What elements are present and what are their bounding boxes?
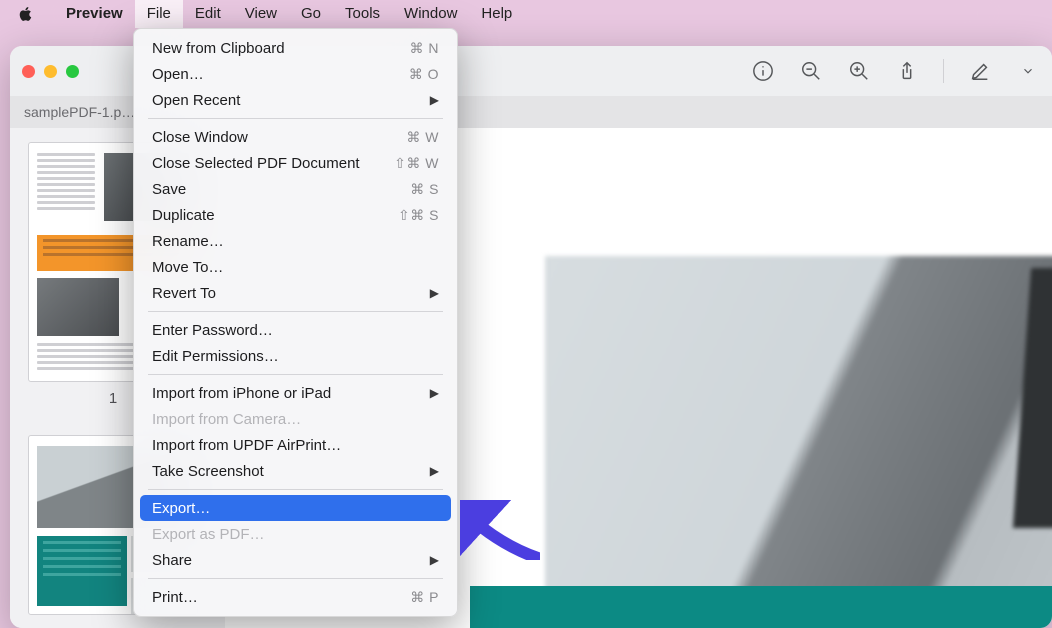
tab-label: samplePDF-1.p… bbox=[24, 104, 135, 120]
macos-menubar: Preview File Edit View Go Tools Window H… bbox=[0, 0, 1052, 28]
toolbar-separator bbox=[943, 59, 944, 83]
menu-separator bbox=[148, 374, 443, 375]
menu-separator bbox=[148, 578, 443, 579]
markup-pencil-icon[interactable] bbox=[968, 59, 992, 83]
menu-item-export-as-pdf: Export as PDF… bbox=[140, 521, 451, 547]
menu-item-shortcut: ⌘ W bbox=[406, 129, 439, 146]
menu-item-import-from-updf-airprint[interactable]: Import from UPDF AirPrint… bbox=[140, 432, 451, 458]
menu-item-label: Rename… bbox=[152, 233, 439, 250]
menu-item-label: Import from UPDF AirPrint… bbox=[152, 437, 439, 454]
info-icon[interactable] bbox=[751, 59, 775, 83]
menu-separator bbox=[148, 489, 443, 490]
menubar-help[interactable]: Help bbox=[469, 0, 524, 28]
menu-item-save[interactable]: Save⌘ S bbox=[140, 176, 451, 202]
window-toolbar-right bbox=[751, 46, 1040, 96]
menubar-file[interactable]: File bbox=[135, 0, 183, 28]
menu-item-label: Import from iPhone or iPad bbox=[152, 385, 430, 402]
submenu-chevron-right-icon: ▶ bbox=[430, 553, 439, 567]
menu-item-label: Print… bbox=[152, 589, 410, 606]
menu-item-edit-permissions[interactable]: Edit Permissions… bbox=[140, 343, 451, 369]
menu-item-close-window[interactable]: Close Window⌘ W bbox=[140, 124, 451, 150]
menu-item-label: Share bbox=[152, 552, 430, 569]
window-close-button[interactable] bbox=[22, 65, 35, 78]
menu-item-label: Open Recent bbox=[152, 92, 430, 109]
menu-item-open[interactable]: Open…⌘ O bbox=[140, 61, 451, 87]
menu-item-label: Export as PDF… bbox=[152, 526, 439, 543]
content-hero-image bbox=[545, 256, 1052, 628]
apple-menu-icon[interactable] bbox=[18, 6, 36, 22]
window-maximize-button[interactable] bbox=[66, 65, 79, 78]
menu-item-move-to[interactable]: Move To… bbox=[140, 254, 451, 280]
toolbar-chevron-down-icon[interactable] bbox=[1016, 59, 1040, 83]
menu-separator bbox=[148, 311, 443, 312]
menu-item-enter-password[interactable]: Enter Password… bbox=[140, 317, 451, 343]
menu-item-revert-to[interactable]: Revert To▶ bbox=[140, 280, 451, 306]
menu-item-label: New from Clipboard bbox=[152, 40, 410, 57]
menu-item-label: Close Selected PDF Document bbox=[152, 155, 394, 172]
menu-item-label: Duplicate bbox=[152, 207, 398, 224]
menu-item-shortcut: ⌘ O bbox=[409, 66, 439, 83]
window-traffic-lights bbox=[22, 65, 79, 78]
menu-item-shortcut: ⇧⌘ S bbox=[398, 207, 439, 224]
menu-item-label: Enter Password… bbox=[152, 322, 439, 339]
menubar-tools[interactable]: Tools bbox=[333, 0, 392, 28]
menu-item-label: Open… bbox=[152, 66, 409, 83]
menu-item-print[interactable]: Print…⌘ P bbox=[140, 584, 451, 610]
file-menu-dropdown: New from Clipboard⌘ NOpen…⌘ OOpen Recent… bbox=[133, 28, 458, 617]
zoom-in-icon[interactable] bbox=[847, 59, 871, 83]
menu-separator bbox=[148, 118, 443, 119]
menu-item-label: Close Window bbox=[152, 129, 406, 146]
menu-item-label: Revert To bbox=[152, 285, 430, 302]
menu-item-close-selected-pdf-document[interactable]: Close Selected PDF Document⇧⌘ W bbox=[140, 150, 451, 176]
menubar-view[interactable]: View bbox=[233, 0, 289, 28]
submenu-chevron-right-icon: ▶ bbox=[430, 93, 439, 107]
submenu-chevron-right-icon: ▶ bbox=[430, 464, 439, 478]
menu-item-export[interactable]: Export… bbox=[140, 495, 451, 521]
menu-item-label: Take Screenshot bbox=[152, 463, 430, 480]
menu-item-import-from-camera: Import from Camera… bbox=[140, 406, 451, 432]
submenu-chevron-right-icon: ▶ bbox=[430, 386, 439, 400]
submenu-chevron-right-icon: ▶ bbox=[430, 286, 439, 300]
zoom-out-icon[interactable] bbox=[799, 59, 823, 83]
menu-item-label: Export… bbox=[152, 500, 439, 517]
menubar-edit[interactable]: Edit bbox=[183, 0, 233, 28]
menu-item-import-from-iphone-or-ipad[interactable]: Import from iPhone or iPad▶ bbox=[140, 380, 451, 406]
menu-item-new-from-clipboard[interactable]: New from Clipboard⌘ N bbox=[140, 35, 451, 61]
menu-item-duplicate[interactable]: Duplicate⇧⌘ S bbox=[140, 202, 451, 228]
menubar-window[interactable]: Window bbox=[392, 0, 469, 28]
menu-item-shortcut: ⌘ N bbox=[410, 40, 440, 57]
menu-item-share[interactable]: Share▶ bbox=[140, 547, 451, 573]
menu-item-label: Save bbox=[152, 181, 410, 198]
window-minimize-button[interactable] bbox=[44, 65, 57, 78]
menu-item-open-recent[interactable]: Open Recent▶ bbox=[140, 87, 451, 113]
menu-item-shortcut: ⇧⌘ W bbox=[394, 155, 439, 172]
menu-item-take-screenshot[interactable]: Take Screenshot▶ bbox=[140, 458, 451, 484]
menubar-app-name[interactable]: Preview bbox=[54, 0, 135, 28]
share-icon[interactable] bbox=[895, 59, 919, 83]
menu-item-label: Edit Permissions… bbox=[152, 348, 439, 365]
menu-item-label: Import from Camera… bbox=[152, 411, 439, 428]
menu-item-shortcut: ⌘ P bbox=[410, 589, 439, 606]
content-teal-text-block: e practical results show that: bbox=[470, 586, 1052, 628]
menubar-go[interactable]: Go bbox=[289, 0, 333, 28]
menu-item-label: Move To… bbox=[152, 259, 439, 276]
menu-item-rename[interactable]: Rename… bbox=[140, 228, 451, 254]
menu-item-shortcut: ⌘ S bbox=[410, 181, 439, 198]
